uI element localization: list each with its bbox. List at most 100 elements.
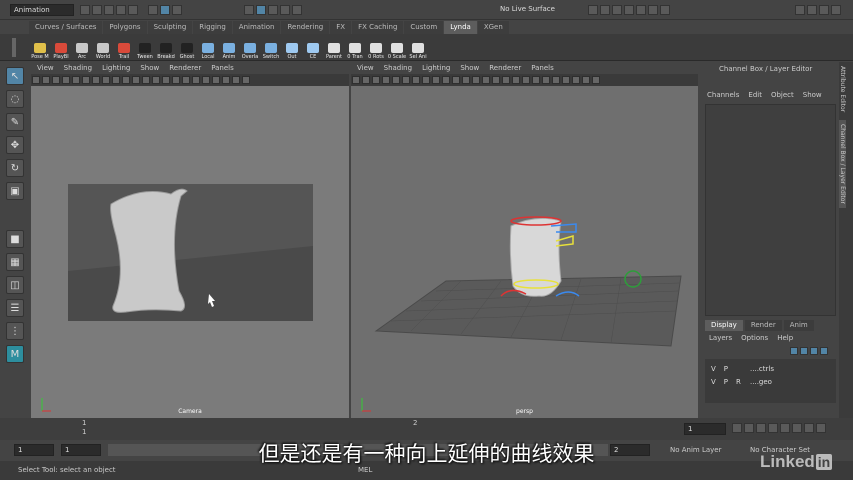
layer-row[interactable]: V P R ....geo [705, 375, 836, 388]
shelf-button[interactable]: Trail [114, 35, 134, 60]
wireframe-icon[interactable] [462, 76, 470, 84]
xray-icon[interactable] [232, 76, 240, 84]
shelf-button[interactable]: CE [303, 35, 323, 60]
camera-icon[interactable] [352, 76, 360, 84]
render-seq-icon[interactable] [648, 5, 658, 15]
xray-joints-icon[interactable] [242, 76, 250, 84]
shelf-tab-curves-surfaces[interactable]: Curves / Surfaces [29, 21, 103, 34]
gate-mask-icon[interactable] [422, 76, 430, 84]
shelf-button[interactable]: Switch [261, 35, 281, 60]
menu-renderer[interactable]: Renderer [169, 62, 201, 74]
rotate-tool-icon[interactable]: ↻ [6, 159, 24, 177]
menu-edit[interactable]: Edit [748, 91, 762, 99]
shelf-tab-rendering[interactable]: Rendering [281, 21, 330, 34]
render-settings-icon[interactable] [612, 5, 622, 15]
toggle-channel-icon[interactable] [819, 5, 829, 15]
menu-show[interactable]: Show [803, 91, 822, 99]
live-surface-label[interactable]: No Live Surface [500, 5, 555, 13]
film-gate-icon[interactable] [402, 76, 410, 84]
menu-help[interactable]: Help [777, 334, 793, 342]
shelf-button[interactable]: Parent [324, 35, 344, 60]
menu-panels[interactable]: Panels [531, 62, 554, 74]
current-frame-field[interactable]: 1 [684, 423, 726, 435]
play-forward-icon[interactable] [780, 423, 790, 433]
move-tool-icon[interactable]: ✥ [6, 136, 24, 154]
play-back-icon[interactable] [768, 423, 778, 433]
outliner-pane-icon[interactable]: ☰ [6, 299, 24, 317]
render-view-icon[interactable] [636, 5, 646, 15]
go-to-start-icon[interactable] [732, 423, 742, 433]
shelf-tab-fx-caching[interactable]: FX Caching [352, 21, 404, 34]
shelf-button[interactable]: Overla [240, 35, 260, 60]
hypershade-icon[interactable] [624, 5, 634, 15]
toggle-attr-icon[interactable] [795, 5, 805, 15]
resolution-gate-icon[interactable] [412, 76, 420, 84]
snap-point-icon[interactable] [268, 5, 278, 15]
menu-options[interactable]: Options [741, 334, 768, 342]
shelf-button[interactable]: World [93, 35, 113, 60]
aa-icon[interactable] [212, 76, 220, 84]
open-scene-icon[interactable] [92, 5, 102, 15]
select-tool-icon[interactable]: ↖ [6, 67, 24, 85]
menu-shading[interactable]: Shading [64, 62, 92, 74]
time-slider[interactable]: 1 1 2 1 [0, 418, 853, 440]
image-plane-icon[interactable] [62, 76, 70, 84]
shelf-button[interactable]: Arc [72, 35, 92, 60]
paint-select-tool-icon[interactable]: ✎ [6, 113, 24, 131]
tab-display[interactable]: Display [705, 320, 743, 331]
xray-active-icon[interactable] [572, 76, 580, 84]
shelf-button[interactable]: 0 Scale [387, 35, 407, 60]
hud-icon[interactable] [592, 76, 600, 84]
menu-set-select[interactable]: Animation [10, 4, 74, 16]
layer-row[interactable]: V P ....ctrls [705, 362, 836, 375]
wire-on-shaded-icon[interactable] [162, 76, 170, 84]
shelf-tab-sculpting[interactable]: Sculpting [147, 21, 193, 34]
menu-panels[interactable]: Panels [211, 62, 234, 74]
new-scene-icon[interactable] [80, 5, 90, 15]
grid-icon[interactable] [72, 76, 80, 84]
grid-icon[interactable] [392, 76, 400, 84]
outliner-icon[interactable] [660, 5, 670, 15]
smooth-shade-icon[interactable] [472, 76, 480, 84]
shelf-tab-fx[interactable]: FX [330, 21, 352, 34]
four-pane-icon[interactable]: ▦ [6, 253, 24, 271]
shelf-button[interactable]: Breakd [156, 35, 176, 60]
shelf-button[interactable]: Tween [135, 35, 155, 60]
wireframe-icon[interactable] [142, 76, 150, 84]
snap-view-icon[interactable] [280, 5, 290, 15]
grease-pencil-icon[interactable] [582, 76, 590, 84]
image-plane-icon[interactable] [382, 76, 390, 84]
shelf-button[interactable]: Sel Ani [408, 35, 428, 60]
menu-renderer[interactable]: Renderer [489, 62, 521, 74]
shadows-icon[interactable] [192, 76, 200, 84]
scale-tool-icon[interactable]: ▣ [6, 182, 24, 200]
render-icon[interactable] [588, 5, 598, 15]
shelf-tab-xgen[interactable]: XGen [477, 21, 509, 34]
step-forward-icon[interactable] [792, 423, 802, 433]
shadows-icon[interactable] [512, 76, 520, 84]
smooth-shade-icon[interactable] [152, 76, 160, 84]
select-object-icon[interactable] [160, 5, 170, 15]
shelf-handle[interactable] [12, 38, 16, 57]
undo-icon[interactable] [116, 5, 126, 15]
tab-render[interactable]: Render [744, 320, 782, 331]
shelf-tab-custom[interactable]: Custom [404, 21, 444, 34]
isolate-icon[interactable] [542, 76, 550, 84]
select-component-icon[interactable] [172, 5, 182, 15]
camera-viewport[interactable]: Camera [31, 86, 349, 418]
ao-icon[interactable] [522, 76, 530, 84]
redo-icon[interactable] [128, 5, 138, 15]
persp-viewport[interactable]: persp [351, 86, 698, 418]
xray-joints-icon[interactable] [562, 76, 570, 84]
safe-title-icon[interactable] [452, 76, 460, 84]
shelf-tab-polygons[interactable]: Polygons [103, 21, 147, 34]
step-back-icon[interactable] [756, 423, 766, 433]
tab-channel-box[interactable]: Channel Box / Layer Editor [839, 120, 846, 209]
new-layer-icon[interactable] [810, 347, 818, 355]
resolution-gate-icon[interactable] [92, 76, 100, 84]
gate-mask-icon[interactable] [102, 76, 110, 84]
lights-icon[interactable] [182, 76, 190, 84]
shelf-button[interactable]: Local [198, 35, 218, 60]
lights-icon[interactable] [502, 76, 510, 84]
save-scene-icon[interactable] [104, 5, 114, 15]
